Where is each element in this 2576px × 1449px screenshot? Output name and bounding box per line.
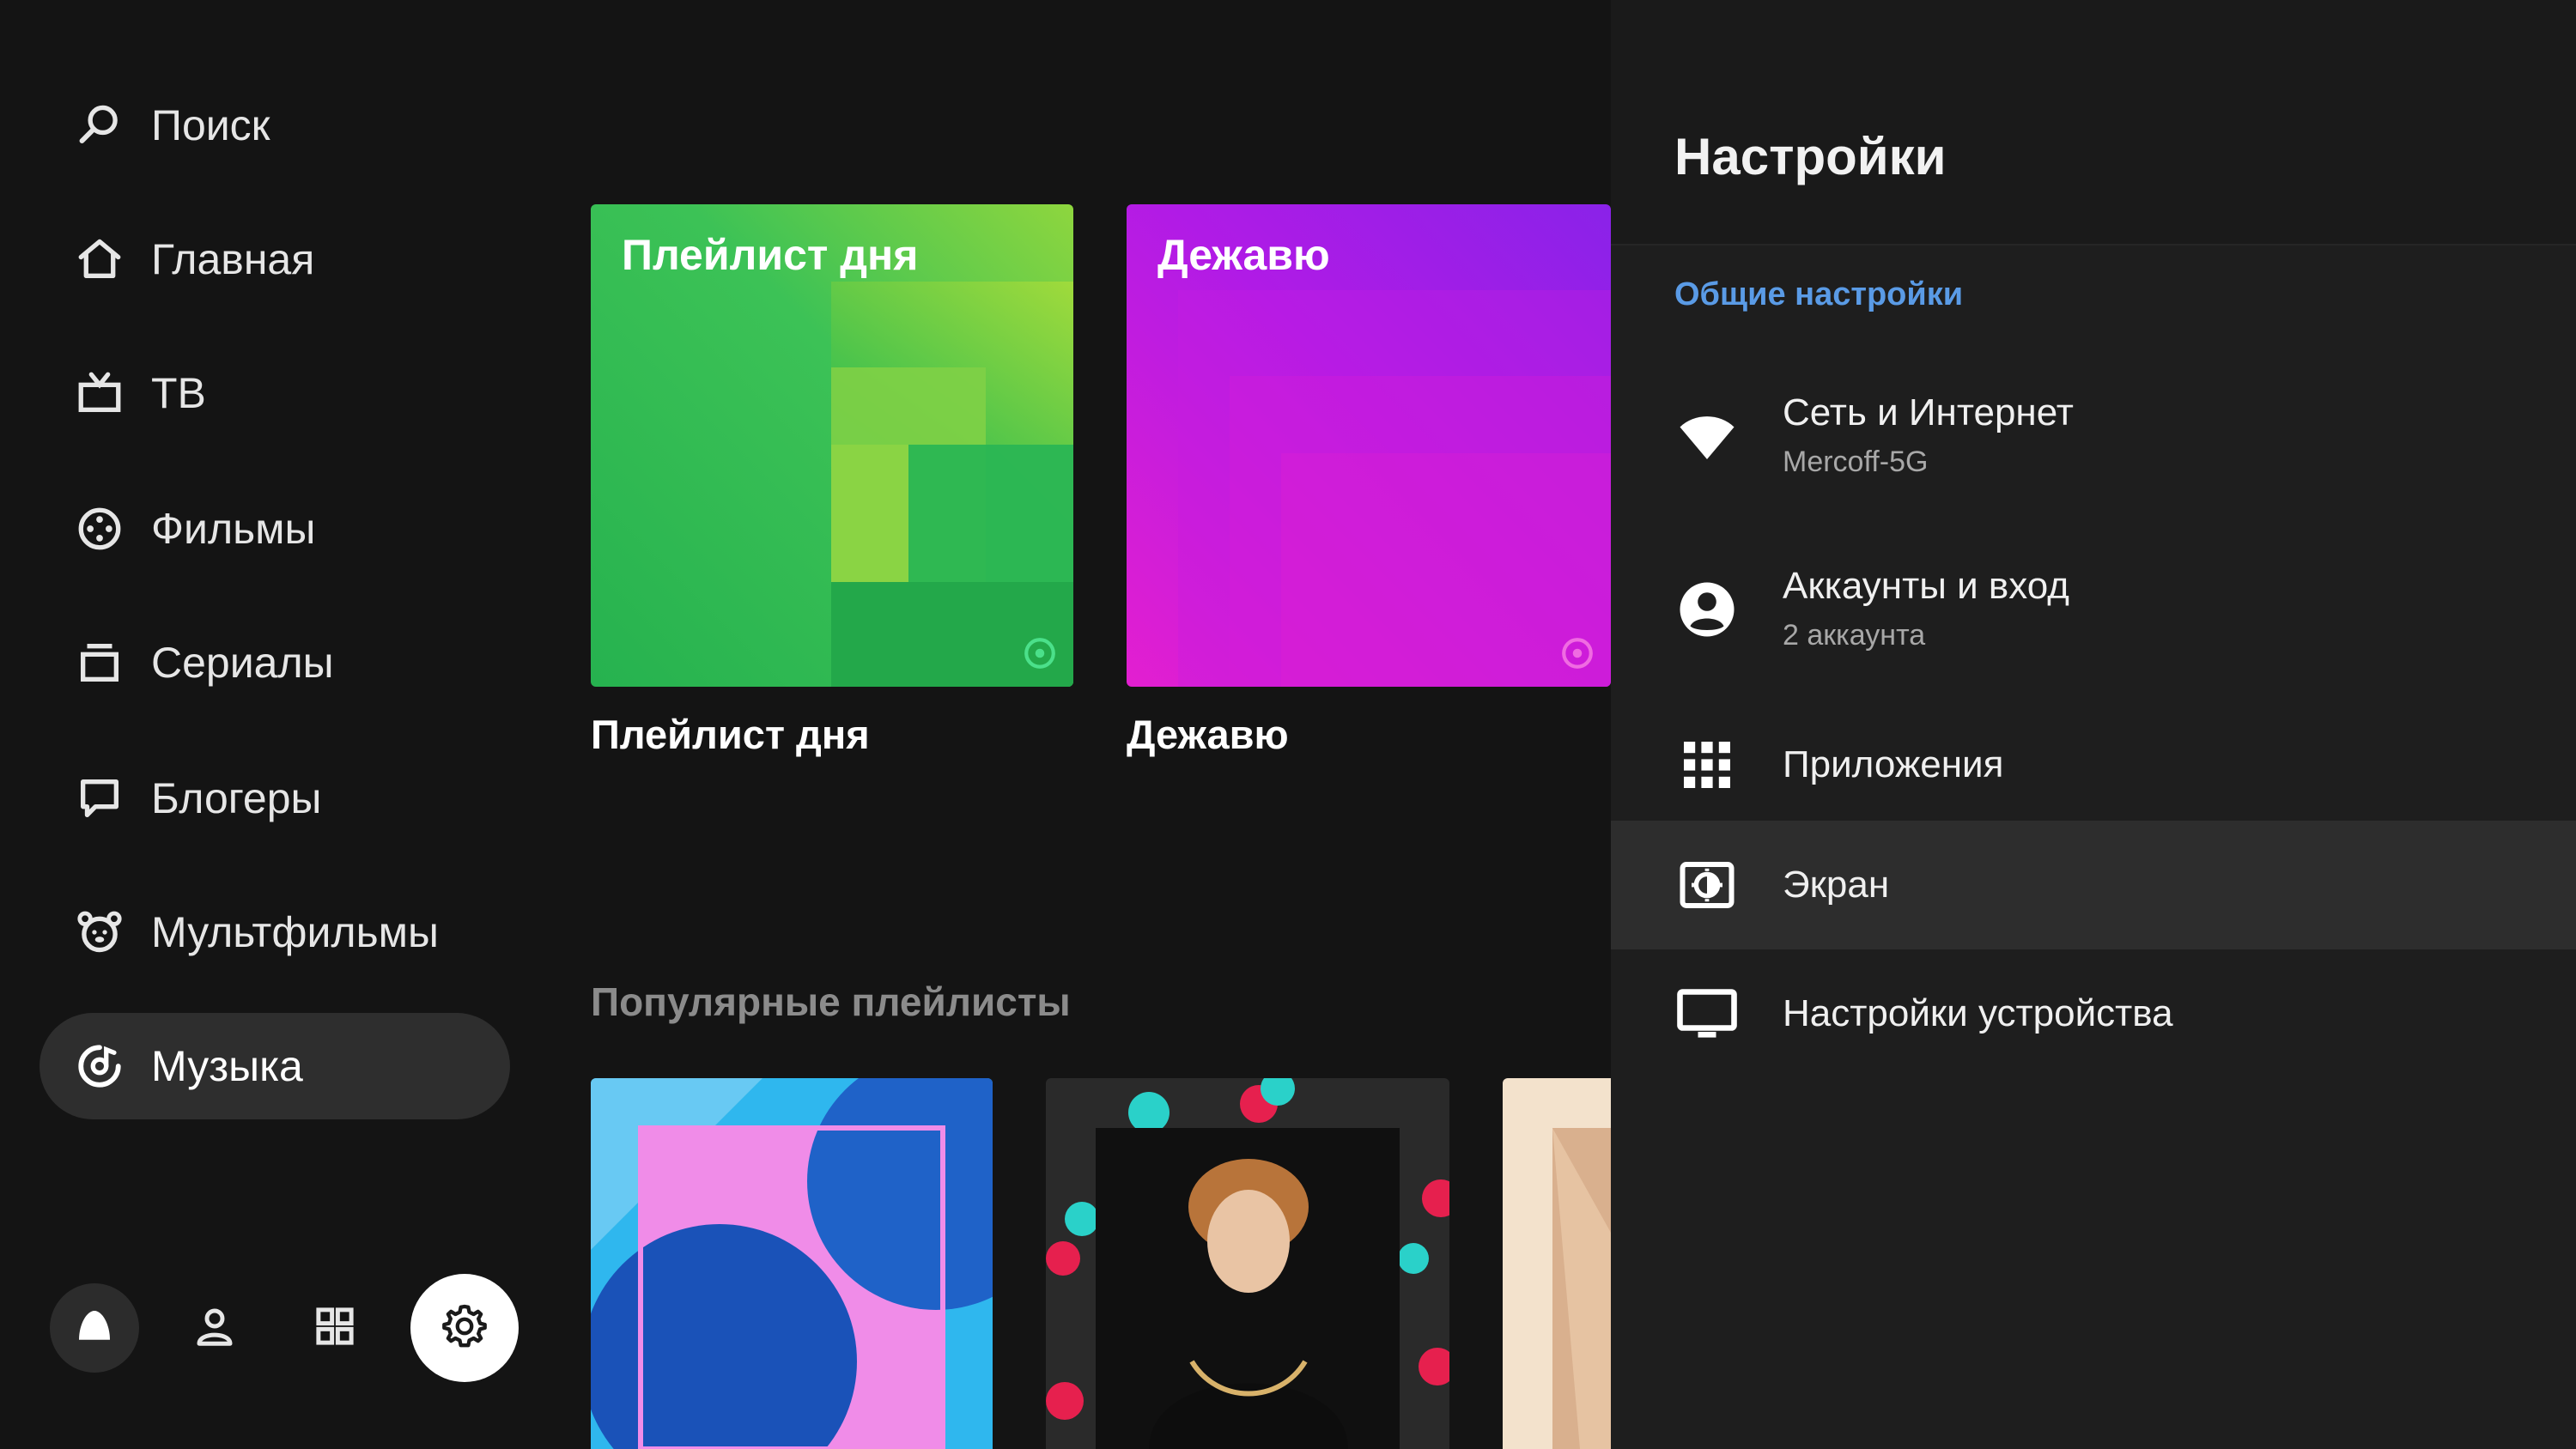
settings-item-label: Сеть и Интернет	[1783, 391, 2074, 433]
nav-item-films[interactable]: Фильмы	[39, 476, 510, 582]
nav-item-label: Блогеры	[151, 774, 322, 822]
nav-item-label: Фильмы	[151, 505, 316, 553]
series-icon	[72, 635, 127, 690]
settings-item-label: Приложения	[1783, 743, 2004, 785]
settings-item-label: Настройки устройства	[1783, 992, 2173, 1034]
tile-caption: Дежавю	[1127, 712, 1289, 757]
nav-item-music[interactable]: Музыка	[39, 1013, 510, 1119]
settings-header: Настройки	[1611, 0, 2576, 246]
nav-item-label: Главная	[151, 235, 315, 283]
nav-item-tv[interactable]: ТВ	[39, 340, 510, 446]
settings-item-apps[interactable]: Приложения	[1611, 718, 2576, 812]
tv-icon	[72, 366, 127, 421]
home-icon	[72, 232, 127, 287]
bottom-action-bar	[50, 1274, 550, 1382]
alice-button[interactable]	[50, 1283, 139, 1373]
settings-item-text: Сеть и Интернет Mercoff-5G	[1783, 390, 2074, 482]
nav-item-label: Мультфильмы	[151, 908, 439, 956]
nav-item-series[interactable]: Сериалы	[39, 609, 510, 716]
account-circle-icon	[1674, 577, 1740, 642]
playlist-of-day-tile[interactable]: Плейлист дня	[591, 204, 1073, 687]
settings-item-subtitle: 2 аккаунта	[1783, 619, 1926, 652]
chat-bubble-icon	[72, 771, 127, 826]
settings-title: Настройки	[1674, 128, 1947, 185]
nav-item-label: Музыка	[151, 1042, 303, 1090]
settings-item-network[interactable]: Сеть и Интернет Mercoff-5G	[1611, 371, 2576, 501]
alice-icon	[71, 1303, 118, 1354]
settings-item-device[interactable]: Настройки устройства	[1611, 967, 2576, 1061]
tile-title: Дежавю	[1157, 231, 1330, 279]
settings-item-text: Приложения	[1783, 742, 2003, 788]
settings-item-label: Экран	[1783, 864, 1890, 906]
wifi-icon	[1674, 403, 1740, 469]
nav-item-label: Сериалы	[151, 639, 334, 687]
section-title: Популярные плейлисты	[591, 979, 1071, 1024]
film-reel-icon	[72, 501, 127, 556]
apps-icon	[1674, 732, 1740, 797]
nav-item-search[interactable]: Поиск	[39, 72, 510, 179]
nav-item-bloggers[interactable]: Блогеры	[39, 745, 510, 852]
playlist-card[interactable]	[1046, 1078, 1449, 1449]
dejavu-tile[interactable]: Дежавю	[1127, 204, 1611, 687]
playlist-cover	[1046, 1078, 1449, 1449]
monitor-icon	[1674, 981, 1740, 1046]
settings-item-text: Экран	[1783, 862, 1889, 908]
settings-section-title: Общие настройки	[1674, 276, 1964, 312]
playlist-cover	[1503, 1078, 1611, 1449]
main-navigation: Поиск Главная ТВ Фильмы Сериалы Блогеры …	[0, 0, 532, 1449]
settings-button[interactable]	[410, 1274, 519, 1382]
profile-icon	[191, 1303, 238, 1354]
settings-item-screen[interactable]: Экран	[1611, 821, 2576, 949]
apps-grid-icon	[312, 1303, 358, 1354]
playlist-card[interactable]	[591, 1078, 993, 1449]
tile-caption: Плейлист дня	[591, 712, 870, 757]
playlist-card[interactable]	[1503, 1078, 1611, 1449]
brightness-icon	[1674, 852, 1740, 918]
nav-item-home[interactable]: Главная	[39, 206, 510, 312]
playlist-cover	[591, 1078, 993, 1449]
nav-item-label: ТВ	[151, 369, 206, 417]
gear-icon	[440, 1301, 489, 1355]
music-mark-icon	[1024, 638, 1055, 669]
nav-item-cartoons[interactable]: Мультфильмы	[39, 879, 510, 985]
music-mark-icon	[1562, 638, 1593, 669]
tile-title: Плейлист дня	[622, 231, 919, 279]
settings-item-text: Настройки устройства	[1783, 991, 2173, 1037]
nav-item-label: Поиск	[151, 101, 270, 149]
settings-panel: Настройки Общие настройки Сеть и Интерне…	[1611, 0, 2576, 1449]
apps-button[interactable]	[290, 1283, 380, 1373]
settings-item-accounts[interactable]: Аккаунты и вход 2 аккаунта	[1611, 544, 2576, 675]
tv-home-screen: Поиск Главная ТВ Фильмы Сериалы Блогеры …	[0, 0, 2576, 1449]
bear-face-icon	[72, 905, 127, 960]
profile-button[interactable]	[170, 1283, 259, 1373]
search-icon	[72, 98, 127, 153]
settings-item-subtitle: Mercoff-5G	[1783, 446, 1929, 478]
settings-item-label: Аккаунты и вход	[1783, 565, 2069, 607]
settings-item-text: Аккаунты и вход 2 аккаунта	[1783, 563, 2069, 656]
music-disc-icon	[72, 1039, 127, 1094]
